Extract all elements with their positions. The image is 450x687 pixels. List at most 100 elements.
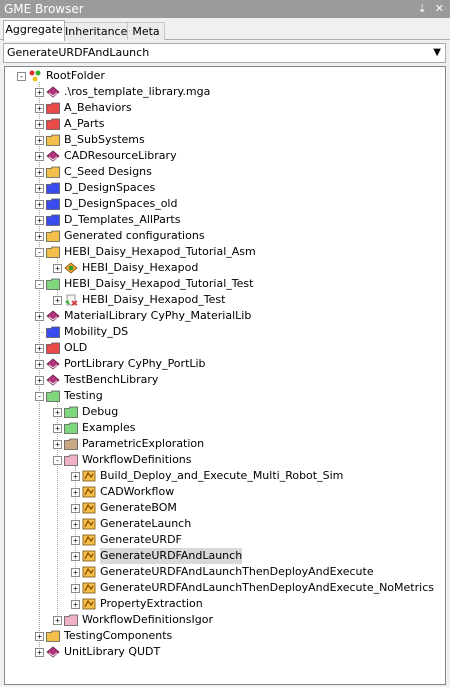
tree-row-r24[interactable]: - WorkflowDefinitions xyxy=(5,452,445,468)
tree-item-label[interactable]: HEBI_Daisy_Hexapod xyxy=(82,260,198,276)
tree-item-label[interactable]: WorkflowDefinitions xyxy=(82,452,192,468)
expand-toggle-icon[interactable]: + xyxy=(35,216,44,225)
collapse-toggle-icon[interactable]: - xyxy=(35,392,44,401)
tree-item-label[interactable]: TestBenchLibrary xyxy=(64,372,158,388)
tree-item-label[interactable]: TestingComponents xyxy=(64,628,172,644)
expand-toggle-icon[interactable]: + xyxy=(35,360,44,369)
tree-item-label[interactable]: GenerateLaunch xyxy=(100,516,191,532)
expand-toggle-icon[interactable]: + xyxy=(35,88,44,97)
expand-toggle-icon[interactable]: + xyxy=(35,648,44,657)
expand-toggle-icon[interactable]: + xyxy=(35,104,44,113)
aspect-combo[interactable]: GenerateURDFAndLaunch ▼ xyxy=(3,43,446,63)
tree-row-r30[interactable]: + GenerateURDFAndLaunch xyxy=(5,548,445,564)
expand-toggle-icon[interactable]: + xyxy=(71,584,80,593)
tree-item-label[interactable]: MaterialLibrary CyPhy_MaterialLib xyxy=(64,308,251,324)
tree-item-label[interactable]: Build_Deploy_and_Execute_Multi_Robot_Sim xyxy=(100,468,343,484)
tree-row-r31[interactable]: + GenerateURDFAndLaunchThenDeployAndExecu… xyxy=(5,564,445,580)
tree-row-r12[interactable]: + HEBI_Daisy_Hexapod xyxy=(5,260,445,276)
tree-item-label[interactable]: C_Seed Designs xyxy=(64,164,152,180)
tree-item-label[interactable]: PortLibrary CyPhy_PortLib xyxy=(64,356,206,372)
tree-row-r34[interactable]: + WorkflowDefinitionsIgor xyxy=(5,612,445,628)
expand-toggle-icon[interactable]: + xyxy=(53,296,62,305)
tab-aggregate[interactable]: Aggregate xyxy=(3,20,65,41)
expand-toggle-icon[interactable]: + xyxy=(35,376,44,385)
tree-item-label[interactable]: Examples xyxy=(82,420,135,436)
tree-row-r9[interactable]: + D_Templates_AllParts xyxy=(5,212,445,228)
tree-item-label[interactable]: Debug xyxy=(82,404,118,420)
tree-row-r7[interactable]: + D_DesignSpaces xyxy=(5,180,445,196)
tree-row-r16[interactable]: Mobility_DS xyxy=(5,324,445,340)
expand-toggle-icon[interactable]: + xyxy=(35,168,44,177)
tree-item-label[interactable]: Mobility_DS xyxy=(64,324,128,340)
expand-toggle-icon[interactable]: + xyxy=(71,552,80,561)
tree-row-r33[interactable]: + PropertyExtraction xyxy=(5,596,445,612)
collapse-toggle-icon[interactable]: - xyxy=(17,72,26,81)
tree-row-root[interactable]: - RootFolder xyxy=(5,68,445,84)
expand-toggle-icon[interactable]: + xyxy=(35,312,44,321)
expand-toggle-icon[interactable]: + xyxy=(35,200,44,209)
tree-item-label[interactable]: GenerateURDFAndLaunchThenDeployAndExecut… xyxy=(100,580,434,596)
tree-item-label[interactable]: UnitLibrary QUDT xyxy=(64,644,160,660)
chevron-down-icon[interactable]: ▼ xyxy=(433,44,441,62)
tree-row-r5[interactable]: + CADResourceLibrary xyxy=(5,148,445,164)
tree-item-label[interactable]: B_SubSystems xyxy=(64,132,145,148)
expand-toggle-icon[interactable]: + xyxy=(53,264,62,273)
tree-item-label[interactable]: .\ros_template_library.mga xyxy=(64,84,210,100)
tree-panel[interactable]: - RootFolder + .\ros_template_library.mga + A… xyxy=(4,66,446,685)
tree-row-r6[interactable]: + C_Seed Designs xyxy=(5,164,445,180)
expand-toggle-icon[interactable]: + xyxy=(53,424,62,433)
tree-row-r18[interactable]: + PortLibrary CyPhy_PortLib xyxy=(5,356,445,372)
tree-row-r3[interactable]: + A_Parts xyxy=(5,116,445,132)
tree-row-r13[interactable]: - HEBI_Daisy_Hexapod_Tutorial_Test xyxy=(5,276,445,292)
tree-item-label[interactable]: PropertyExtraction xyxy=(100,596,203,612)
tree-row-r22[interactable]: + Examples xyxy=(5,420,445,436)
tab-inheritance[interactable]: Inheritance xyxy=(64,22,128,40)
tree-row-r10[interactable]: + Generated configurations xyxy=(5,228,445,244)
tree-row-r35[interactable]: + TestingComponents xyxy=(5,628,445,644)
tree-row-r21[interactable]: + Debug xyxy=(5,404,445,420)
tree-item-label[interactable]: A_Parts xyxy=(64,116,104,132)
tree-item-label[interactable]: GenerateURDF xyxy=(100,532,182,548)
tree-row-r32[interactable]: + GenerateURDFAndLaunchThenDeployAndExecu… xyxy=(5,580,445,596)
tree-item-label[interactable]: D_DesignSpaces xyxy=(64,180,155,196)
tree-item-label[interactable]: OLD xyxy=(64,340,87,356)
collapse-toggle-icon[interactable]: - xyxy=(53,456,62,465)
tree-item-label[interactable]: WorkflowDefinitionsIgor xyxy=(82,612,213,628)
tree-item-label[interactable]: GenerateURDFAndLaunch xyxy=(100,548,243,564)
collapse-toggle-icon[interactable]: - xyxy=(35,248,44,257)
pin-icon[interactable]: ⇣ xyxy=(418,0,427,18)
expand-toggle-icon[interactable]: + xyxy=(35,344,44,353)
collapse-toggle-icon[interactable]: - xyxy=(35,280,44,289)
tree-row-r19[interactable]: + TestBenchLibrary xyxy=(5,372,445,388)
tree-item-label[interactable]: HEBI_Daisy_Hexapod_Tutorial_Test xyxy=(64,276,253,292)
tree-row-r11[interactable]: - HEBI_Daisy_Hexapod_Tutorial_Asm xyxy=(5,244,445,260)
tree-item-label[interactable]: RootFolder xyxy=(46,68,105,84)
tree-item-label[interactable]: HEBI_Daisy_Hexapod_Test xyxy=(82,292,225,308)
expand-toggle-icon[interactable]: + xyxy=(35,184,44,193)
close-icon[interactable]: ✕ xyxy=(435,0,444,18)
tree-row-r29[interactable]: + GenerateURDF xyxy=(5,532,445,548)
tree-row-r23[interactable]: + ParametricExploration xyxy=(5,436,445,452)
tree-item-label[interactable]: Testing xyxy=(64,388,103,404)
tree-item-label[interactable]: CADResourceLibrary xyxy=(64,148,177,164)
expand-toggle-icon[interactable]: + xyxy=(71,472,80,481)
expand-toggle-icon[interactable]: + xyxy=(53,616,62,625)
expand-toggle-icon[interactable]: + xyxy=(71,600,80,609)
tree-row-r15[interactable]: + MaterialLibrary CyPhy_MaterialLib xyxy=(5,308,445,324)
tree-row-r17[interactable]: + OLD xyxy=(5,340,445,356)
tree-row-r28[interactable]: + GenerateLaunch xyxy=(5,516,445,532)
tree-row-r26[interactable]: + CADWorkflow xyxy=(5,484,445,500)
tab-meta[interactable]: Meta xyxy=(127,22,165,40)
tree-row-r8[interactable]: + D_DesignSpaces_old xyxy=(5,196,445,212)
tree-item-label[interactable]: CADWorkflow xyxy=(100,484,174,500)
tree-item-label[interactable]: GenerateBOM xyxy=(100,500,177,516)
expand-toggle-icon[interactable]: + xyxy=(53,408,62,417)
tree-item-label[interactable]: D_Templates_AllParts xyxy=(64,212,180,228)
tree-row-r27[interactable]: + GenerateBOM xyxy=(5,500,445,516)
tree-item-label[interactable]: HEBI_Daisy_Hexapod_Tutorial_Asm xyxy=(64,244,256,260)
expand-toggle-icon[interactable]: + xyxy=(71,536,80,545)
expand-toggle-icon[interactable]: + xyxy=(71,568,80,577)
tree-row-r36[interactable]: + UnitLibrary QUDT xyxy=(5,644,445,660)
tree-row-r1[interactable]: + .\ros_template_library.mga xyxy=(5,84,445,100)
expand-toggle-icon[interactable]: + xyxy=(35,232,44,241)
